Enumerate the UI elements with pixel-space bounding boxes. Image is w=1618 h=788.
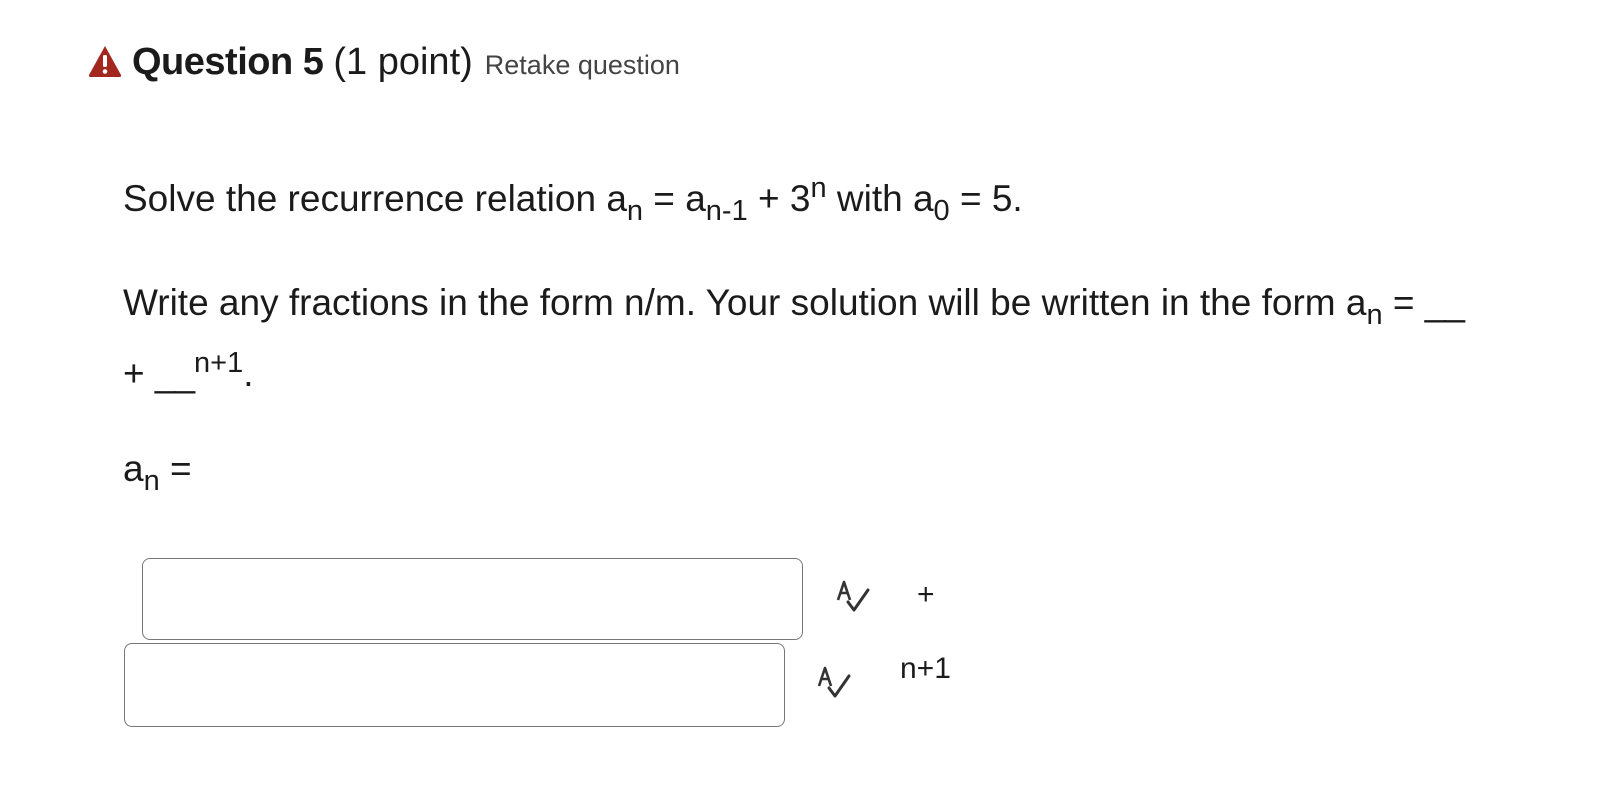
warning-triangle-icon <box>88 44 122 78</box>
retake-question-link[interactable]: Retake question <box>485 50 680 81</box>
answer-input-2-box <box>124 643 785 727</box>
question-title: Question 5 <box>132 41 324 83</box>
exponent-label: n+1 <box>900 652 951 685</box>
answer-input-2[interactable] <box>125 644 784 726</box>
instruction-text: Write any fractions in the form n/m. You… <box>123 282 1465 331</box>
quiz-question-page: Question 5 (1 point) Retake question Sol… <box>0 0 1618 788</box>
plus-sign: + <box>917 578 935 611</box>
instruction-form-continued: + __n+1. <box>123 347 254 394</box>
question-points: (1 point) <box>333 41 473 83</box>
answer-input-1[interactable] <box>143 559 802 639</box>
spellcheck-icon[interactable] <box>815 664 855 704</box>
answer-label: an = <box>123 448 192 497</box>
question-header: Question 5 (1 point) Retake question <box>88 40 680 92</box>
answer-input-1-box <box>142 558 803 640</box>
problem-statement: Solve the recurrence relation an = an-1 … <box>123 172 1023 227</box>
spellcheck-icon[interactable] <box>834 578 874 618</box>
